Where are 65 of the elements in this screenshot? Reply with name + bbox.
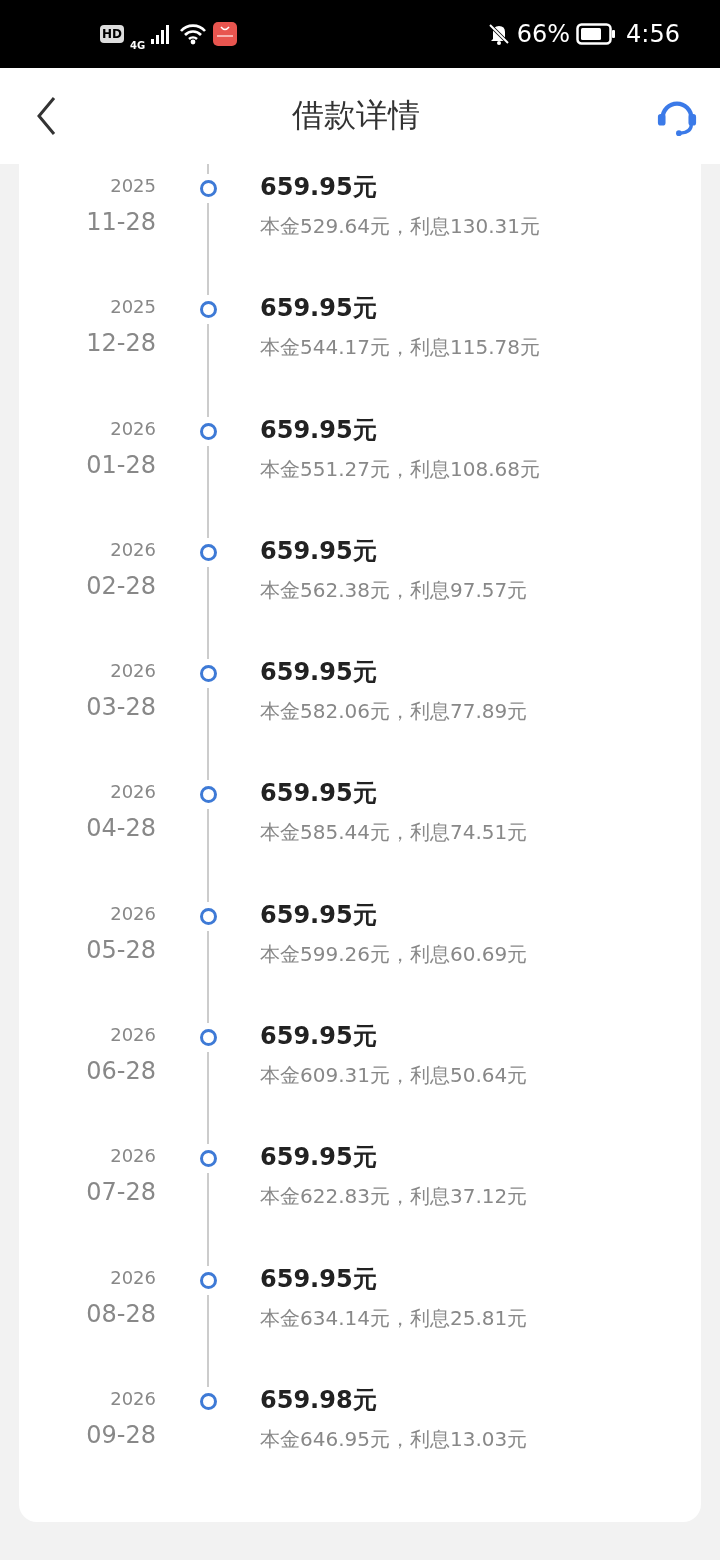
date-day: 03-28 xyxy=(86,693,156,722)
date-day: 12-28 xyxy=(86,329,156,358)
timeline-dot xyxy=(199,665,217,683)
timeline-dot xyxy=(199,1271,217,1289)
payment-breakdown: 本金646.95元，利息13.03元 xyxy=(260,1425,528,1453)
date-year: 2026 xyxy=(110,537,156,562)
back-icon[interactable] xyxy=(36,96,56,136)
page-title: 借款详情 xyxy=(292,95,420,136)
payment-breakdown: 本金562.38元，利息97.57元 xyxy=(260,576,528,604)
timeline-dot xyxy=(199,1150,217,1168)
timeline-dot xyxy=(199,1029,217,1047)
date-year: 2026 xyxy=(110,659,156,684)
payment-breakdown: 本金599.26元，利息60.69元 xyxy=(260,940,528,968)
date-day: 09-28 xyxy=(86,1420,156,1449)
date-day: 11-28 xyxy=(86,208,156,236)
battery-percent: 66% xyxy=(516,20,571,48)
date-year: 2026 xyxy=(110,1386,156,1411)
date-day: 07-28 xyxy=(86,1178,156,1207)
payment-amount: 659.95元 xyxy=(260,293,377,324)
date-year: 2026 xyxy=(110,1265,156,1290)
payment-breakdown: 本金529.64元，利息130.31元 xyxy=(260,213,540,240)
payment-amount: 659.95元 xyxy=(260,899,377,930)
date-year: 2026 xyxy=(110,1023,156,1048)
payment-amount: 659.95元 xyxy=(260,1263,377,1294)
date-year: 2025 xyxy=(110,174,156,198)
timeline-dot xyxy=(199,907,217,925)
payment-breakdown: 本金622.83元，利息37.12元 xyxy=(260,1183,528,1211)
hd-badge: HD xyxy=(100,25,124,43)
payment-amount: 659.95元 xyxy=(260,1021,377,1052)
payment-breakdown: 本金544.17元，利息115.78元 xyxy=(260,334,540,362)
payment-breakdown: 本金582.06元，利息77.89元 xyxy=(260,698,528,726)
date-year: 2026 xyxy=(110,416,156,441)
payment-amount: 659.95元 xyxy=(260,778,377,809)
network-type: 4G xyxy=(130,39,146,51)
payment-amount: 659.98元 xyxy=(260,1384,377,1415)
timeline-dot xyxy=(199,422,217,440)
timeline-dot xyxy=(199,301,217,319)
date-day: 08-28 xyxy=(86,1299,156,1328)
payment-amount: 659.95元 xyxy=(260,657,377,688)
timeline-dot xyxy=(199,1392,217,1410)
date-day: 01-28 xyxy=(86,450,156,479)
timeline-dot xyxy=(199,786,217,804)
payment-breakdown: 本金585.44元，利息74.51元 xyxy=(260,819,528,847)
battery-icon xyxy=(576,23,617,45)
date-year: 2026 xyxy=(110,1144,156,1169)
clock-time: 4:56 xyxy=(626,20,680,48)
date-year: 2025 xyxy=(110,295,156,320)
payment-amount: 659.95元 xyxy=(260,172,377,202)
wifi-icon xyxy=(179,23,208,45)
muted-bell-icon xyxy=(486,22,511,46)
timeline-dot xyxy=(199,543,217,561)
date-day: 05-28 xyxy=(86,935,156,964)
date-day: 04-28 xyxy=(86,814,156,843)
payment-amount: 659.95元 xyxy=(260,535,377,566)
payment-amount: 659.95元 xyxy=(260,1142,377,1173)
date-year: 2026 xyxy=(110,901,156,926)
date-day: 02-28 xyxy=(86,571,156,600)
payment-amount: 659.95元 xyxy=(260,414,377,445)
timeline-dot xyxy=(199,180,217,197)
app-store-icon xyxy=(213,22,238,46)
payment-breakdown: 本金551.27元，利息108.68元 xyxy=(260,455,540,483)
payment-breakdown: 本金609.31元，利息50.64元 xyxy=(260,1062,528,1090)
payment-breakdown: 本金634.14元，利息25.81元 xyxy=(260,1304,528,1332)
date-day: 06-28 xyxy=(86,1057,156,1086)
date-year: 2026 xyxy=(110,780,156,805)
